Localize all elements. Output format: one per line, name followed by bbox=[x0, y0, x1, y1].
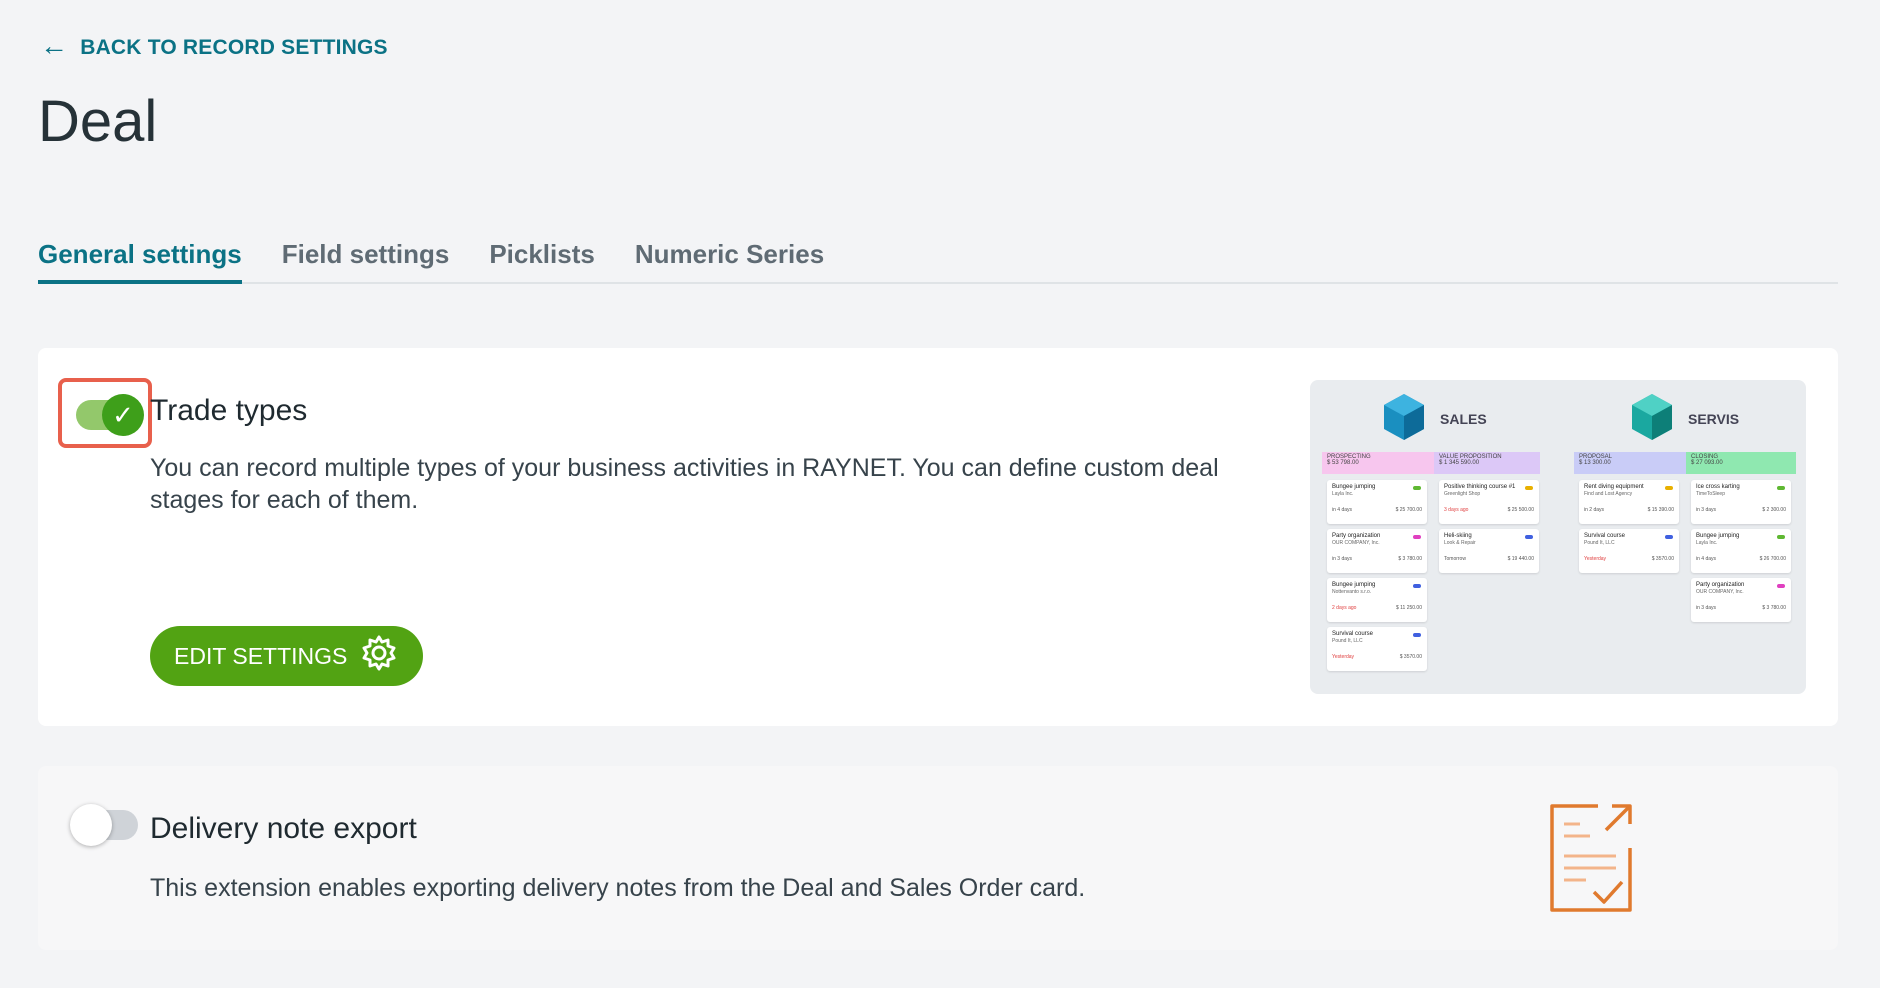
edit-settings-button[interactable]: EDIT SETTINGS bbox=[150, 626, 424, 686]
deal-mini-card: Ice cross karting TimeToSleep in 3 days $… bbox=[1691, 480, 1791, 524]
deal-mini-card: Bungee jumping Layla Inc. in 4 days $ 26 … bbox=[1691, 529, 1791, 573]
pipeline-header-servis: SERVIS bbox=[1630, 392, 1739, 445]
deal-mini-card: Bungee jumping Layla Inc. in 4 days $ 25 … bbox=[1327, 480, 1427, 524]
document-export-icon bbox=[1546, 800, 1636, 921]
card-title: Delivery note export bbox=[150, 812, 417, 845]
card-description: You can record multiple types of your bu… bbox=[150, 454, 1219, 514]
trade-types-preview-image: SALES SERVIS PROSPECTING $ 53 798.00 VAL… bbox=[1310, 380, 1806, 694]
trade-types-card: ✓ Trade types You can record multiple ty… bbox=[38, 348, 1838, 726]
cube-icon bbox=[1630, 392, 1674, 445]
stage-closing: CLOSING $ 27 093.00 bbox=[1686, 452, 1796, 474]
deal-mini-card: Rent diving equipment Find and Lost Agen… bbox=[1579, 480, 1679, 524]
pipeline-header-sales: SALES bbox=[1382, 392, 1487, 445]
deal-mini-card: Survival course Pound It, LLC Yesterday $… bbox=[1579, 529, 1679, 573]
tab-general-settings[interactable]: General settings bbox=[38, 238, 242, 284]
deal-mini-card: Survival course Pound It, LLC Yesterday $… bbox=[1327, 627, 1427, 671]
deal-mini-card: Party organization OUR COMPANY, Inc. in … bbox=[1327, 529, 1427, 573]
gear-icon bbox=[359, 633, 399, 679]
stage-proposal: PROPOSAL $ 13 300.00 bbox=[1574, 452, 1686, 474]
card-description: This extension enables exporting deliver… bbox=[150, 874, 1086, 902]
back-link-label: BACK TO RECORD SETTINGS bbox=[80, 36, 388, 59]
trade-types-toggle[interactable]: ✓ bbox=[76, 394, 144, 436]
tab-field-settings[interactable]: Field settings bbox=[282, 238, 450, 284]
toggle-knob bbox=[70, 804, 112, 846]
deal-mini-card: Bungee jumping Nottenvanto s.r.o. 2 days… bbox=[1327, 578, 1427, 622]
deal-mini-card: Positive thinking course #1 Greenlight S… bbox=[1439, 480, 1539, 524]
deal-mini-card: Heli-skiing Look & Repair Tomorrow $ 19 4… bbox=[1439, 529, 1539, 573]
card-title: Trade types bbox=[150, 394, 308, 427]
pipeline-name: SALES bbox=[1440, 410, 1487, 427]
tab-picklists[interactable]: Picklists bbox=[489, 238, 595, 284]
delivery-note-export-card: Delivery note export This extension enab… bbox=[38, 766, 1838, 950]
delivery-note-toggle[interactable] bbox=[70, 804, 138, 846]
tab-numeric-series[interactable]: Numeric Series bbox=[635, 238, 824, 284]
stage-prospecting: PROSPECTING $ 53 798.00 bbox=[1322, 452, 1434, 474]
check-icon: ✓ bbox=[102, 394, 144, 436]
stage-value-proposition: VALUE PROPOSITION $ 1 345 590.00 bbox=[1434, 452, 1540, 474]
tab-bar: General settings Field settings Picklist… bbox=[38, 238, 1838, 284]
pipeline-name: SERVIS bbox=[1688, 410, 1740, 427]
edit-settings-label: EDIT SETTINGS bbox=[174, 642, 348, 669]
cube-icon bbox=[1382, 392, 1426, 445]
toggle-highlight: ✓ bbox=[58, 378, 152, 448]
page-title: Deal bbox=[38, 89, 158, 154]
arrow-left-icon: ← bbox=[40, 30, 69, 61]
deal-mini-card: Party organization OUR COMPANY, Inc. in … bbox=[1691, 578, 1791, 622]
back-to-record-settings-link[interactable]: ← BACK TO RECORD SETTINGS bbox=[40, 32, 388, 60]
